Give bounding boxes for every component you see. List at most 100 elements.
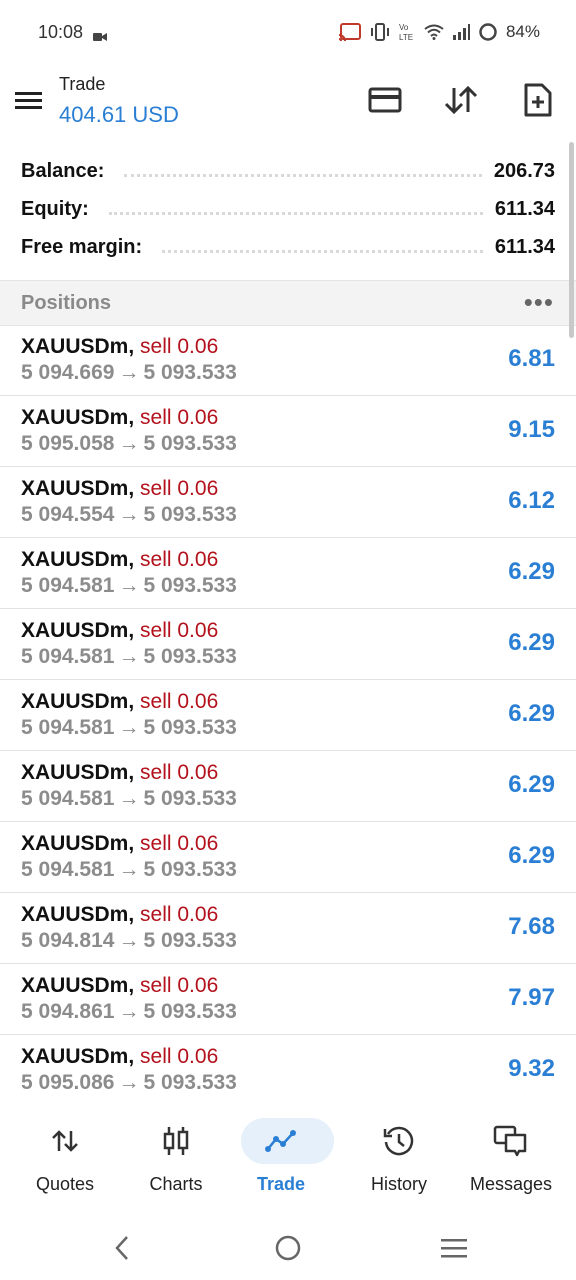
page-title: Trade: [59, 74, 106, 94]
open-price: 5 095.086: [21, 1071, 115, 1094]
tab-messages-label: Messages: [469, 1174, 553, 1194]
position-row[interactable]: XAUUSDm, sell 0.06 5 094.581 → 5 093.533 6…: [0, 822, 576, 893]
more-options-icon[interactable]: •••: [524, 287, 554, 318]
signal-icon: [452, 24, 470, 40]
battery-level: 84%: [505, 22, 540, 41]
position-profit: 6.29: [508, 629, 555, 656]
current-price: 5 093.533: [143, 858, 237, 881]
positions-title: Positions: [21, 292, 112, 314]
position-row[interactable]: XAUUSDm, sell 0.06 5 095.058 → 5 093.533 9…: [0, 396, 576, 467]
position-symbol: XAUUSDm,: [21, 974, 135, 997]
position-row[interactable]: XAUUSDm, sell 0.06 5 094.581 → 5 093.533 6…: [0, 751, 576, 822]
position-row[interactable]: XAUUSDm, sell 0.06 5 094.814 → 5 093.533 7…: [0, 893, 576, 964]
wifi-icon: [424, 24, 444, 40]
open-price: 5 094.581: [21, 574, 115, 597]
position-profit: 6.12: [508, 487, 555, 514]
position-side: sell 0.06: [140, 903, 219, 926]
open-price: 5 094.814: [21, 929, 115, 952]
balance-label: Balance:: [21, 159, 113, 183]
position-side: sell 0.06: [140, 832, 219, 855]
position-symbol: XAUUSDm,: [21, 690, 135, 713]
current-price: 5 093.533: [143, 361, 237, 384]
current-price: 5 093.533: [143, 432, 237, 455]
current-price: 5 093.533: [143, 574, 237, 597]
vibrate-icon: [370, 23, 390, 41]
position-symbol: XAUUSDm,: [21, 1045, 135, 1068]
position-row[interactable]: XAUUSDm, sell 0.06 5 094.581 → 5 093.533 6…: [0, 538, 576, 609]
position-symbol: XAUUSDm,: [21, 548, 135, 571]
position-row[interactable]: XAUUSDm, sell 0.06 5 094.581 → 5 093.533 6…: [0, 680, 576, 751]
back-button[interactable]: [102, 1230, 142, 1266]
tab-history[interactable]: History: [343, 1118, 455, 1198]
position-profit: 6.81: [508, 345, 555, 372]
position-symbol: XAUUSDm,: [21, 903, 135, 926]
position-row[interactable]: XAUUSDm, sell 0.06 5 095.086 → 5 093.533 9…: [0, 1035, 576, 1105]
open-price: 5 095.058: [21, 432, 115, 455]
position-profit: 6.29: [508, 700, 555, 727]
tab-charts[interactable]: Charts: [120, 1118, 232, 1198]
equity-label: Equity:: [21, 197, 97, 221]
tab-trade-label: Trade: [256, 1174, 306, 1194]
position-row[interactable]: XAUUSDm, sell 0.06 5 094.669 → 5 093.533 6…: [0, 325, 576, 396]
status-icons: Vo LTE 84%: [338, 22, 540, 42]
open-price: 5 094.861: [21, 1000, 115, 1023]
arrow-right-icon: →: [118, 1071, 140, 1094]
position-row[interactable]: XAUUSDm, sell 0.06 5 094.861 → 5 093.533 7…: [0, 964, 576, 1035]
scrollbar[interactable]: [569, 142, 574, 338]
position-row[interactable]: XAUUSDm, sell 0.06 5 094.554 → 5 093.533 6…: [0, 467, 576, 538]
position-profit: 9.15: [508, 416, 555, 443]
current-price: 5 093.533: [143, 929, 237, 952]
position-symbol: XAUUSDm,: [21, 832, 135, 855]
position-side: sell 0.06: [140, 548, 219, 571]
arrow-right-icon: →: [118, 716, 140, 739]
position-profit: 9.32: [508, 1055, 555, 1082]
position-symbol: XAUUSDm,: [21, 335, 135, 358]
tab-trade[interactable]: Trade: [225, 1118, 337, 1198]
cast-icon: [338, 23, 362, 41]
position-row[interactable]: XAUUSDm, sell 0.06 5 094.581 → 5 093.533 6…: [0, 609, 576, 680]
position-profit: 6.29: [508, 558, 555, 585]
recents-button[interactable]: [434, 1230, 474, 1266]
status-time: 10:08: [38, 22, 84, 42]
card-button[interactable]: [365, 80, 405, 120]
open-price: 5 094.554: [21, 503, 115, 526]
equity-value: 611.34: [494, 197, 555, 220]
menu-button[interactable]: [14, 85, 44, 115]
open-price: 5 094.581: [21, 716, 115, 739]
position-symbol: XAUUSDm,: [21, 406, 135, 429]
arrow-right-icon: →: [118, 432, 140, 455]
position-side: sell 0.06: [140, 690, 219, 713]
position-profit: 6.29: [508, 842, 555, 869]
position-side: sell 0.06: [140, 974, 219, 997]
open-price: 5 094.581: [21, 645, 115, 668]
new-order-button[interactable]: [518, 80, 558, 120]
home-circle-icon: [275, 1235, 301, 1261]
current-price: 5 093.533: [143, 1071, 237, 1094]
system-navigation: [0, 1214, 576, 1280]
current-price: 5 093.533: [143, 645, 237, 668]
position-symbol: XAUUSDm,: [21, 761, 135, 784]
position-profit: 7.68: [508, 913, 555, 940]
battery-icon: [478, 22, 498, 42]
account-amount: 404.61 USD: [59, 102, 179, 127]
position-side: sell 0.06: [140, 477, 219, 500]
position-side: sell 0.06: [140, 406, 219, 429]
tab-messages[interactable]: Messages: [455, 1118, 567, 1198]
svg-text:Vo: Vo: [399, 23, 409, 32]
home-button[interactable]: [268, 1230, 308, 1266]
app-header: Trade 404.61 USD: [0, 68, 576, 138]
free-margin-value: 611.34: [494, 235, 555, 258]
sort-button[interactable]: [441, 80, 481, 120]
messages-icon: [455, 1118, 567, 1164]
arrow-right-icon: →: [118, 787, 140, 810]
tab-quotes-label: Quotes: [35, 1174, 95, 1194]
current-price: 5 093.533: [143, 716, 237, 739]
hamburger-icon: [15, 92, 42, 109]
current-price: 5 093.533: [143, 1000, 237, 1023]
quotes-icon: [9, 1118, 121, 1164]
tab-quotes[interactable]: Quotes: [9, 1118, 121, 1198]
candlestick-chart-icon: [120, 1118, 232, 1164]
current-price: 5 093.533: [143, 503, 237, 526]
position-symbol: XAUUSDm,: [21, 477, 135, 500]
sort-arrows-icon: [444, 85, 478, 115]
